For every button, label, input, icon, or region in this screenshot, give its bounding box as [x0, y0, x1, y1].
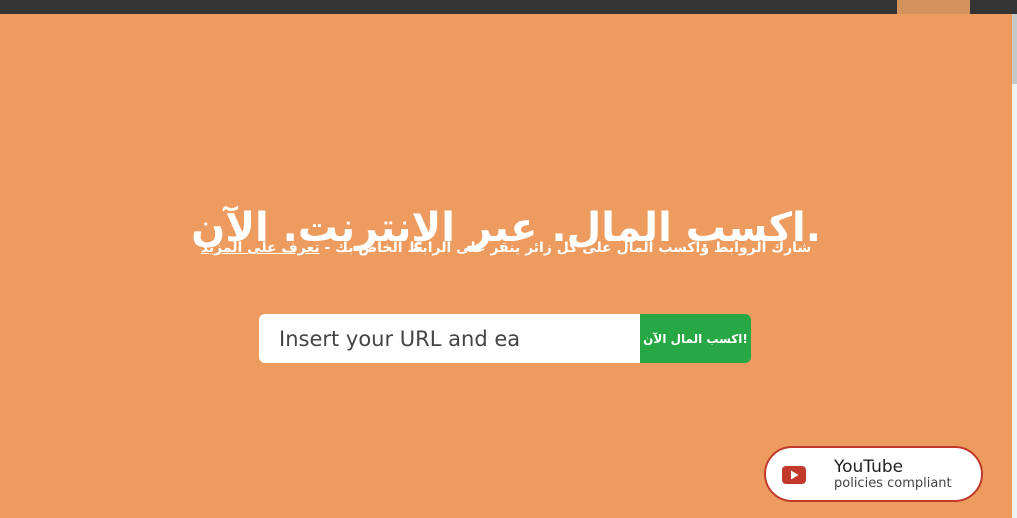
- learn-more-link[interactable]: تعرف على المزيد: [201, 240, 320, 256]
- badge-subtitle: policies compliant: [834, 476, 952, 491]
- badge-title: YouTube: [834, 457, 904, 477]
- youtube-play-icon: [782, 466, 806, 484]
- youtube-compliance-badge[interactable]: YouTube policies compliant: [764, 446, 983, 502]
- earn-money-button[interactable]: !اكسب المال الآن: [640, 314, 751, 363]
- top-navbar: [0, 0, 1017, 14]
- url-input[interactable]: [259, 314, 640, 363]
- hero-subtitle-text: شارك الروابط واكسب المال على كل زائر ينق…: [319, 240, 812, 256]
- navbar-tab[interactable]: [897, 0, 970, 14]
- hero-subtitle: شارك الروابط واكسب المال على كل زائر ينق…: [0, 238, 1012, 258]
- scrollbar-thumb[interactable]: [1012, 14, 1017, 84]
- scrollbar-track[interactable]: [1012, 14, 1017, 518]
- shorten-url-form: !اكسب المال الآن: [259, 314, 751, 363]
